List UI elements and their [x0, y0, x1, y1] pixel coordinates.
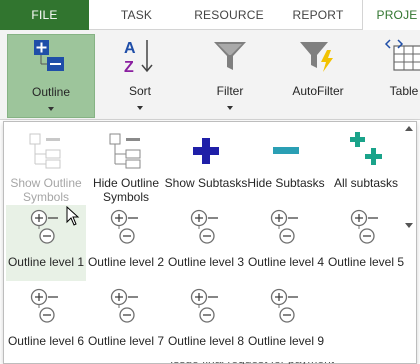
ribbon: Outline A Z Sort Filter AutoFilter Table	[0, 30, 420, 120]
minus-icon	[273, 147, 299, 154]
outline-level-7-label: Outline level 7	[87, 334, 165, 348]
all-subtasks-item[interactable]: All subtasks	[326, 128, 406, 206]
sort-az-icon: A Z	[124, 40, 153, 76]
hide-subtasks-label: Hide Subtasks	[247, 176, 325, 190]
outline-level-icon	[30, 209, 58, 244]
hide-outline-symbols-item[interactable]: Hide Outline Symbols	[86, 128, 166, 206]
outline-icon	[34, 40, 64, 71]
outline-level-1-label: Outline level 1	[7, 255, 85, 269]
table-label: Table	[389, 84, 419, 98]
outline-level-6-label: Outline level 6	[7, 334, 85, 348]
outline-level-8-item[interactable]: Outline level 8	[166, 284, 246, 360]
sort-label: Sort	[128, 84, 151, 98]
outline-level-9-label: Outline level 9	[247, 334, 325, 348]
outline-level-icon	[30, 288, 58, 323]
outline-level-6-item[interactable]: Outline level 6	[6, 284, 86, 360]
sort-button[interactable]: A Z Sort	[105, 34, 175, 118]
filter-button[interactable]: Filter	[185, 34, 275, 118]
scroll-down-arrow-icon[interactable]	[405, 223, 413, 228]
tab-resource[interactable]: RESOURCE	[184, 0, 274, 30]
svg-text:A: A	[124, 40, 136, 57]
outline-level-5-label: Outline level 5	[327, 255, 405, 269]
svg-text:Z: Z	[124, 59, 134, 76]
show-outline-symbols-item[interactable]: Show Outline Symbols	[6, 128, 86, 206]
outline-level-2-label: Outline level 2	[87, 255, 165, 269]
show-subtasks-item[interactable]: Show Subtasks	[165, 128, 247, 206]
outline-level-icon	[190, 288, 218, 323]
all-subtasks-plus-icon	[350, 132, 382, 165]
mouse-cursor-icon	[66, 206, 80, 226]
outline-level-9-item[interactable]: Outline level 9	[246, 284, 326, 360]
outline-level-2-item[interactable]: Outline level 2	[86, 205, 166, 281]
all-subtasks-label: All subtasks	[333, 176, 399, 190]
outline-dropdown-menu: Show Outline Symbols Hide Outline Symbol…	[3, 121, 417, 364]
tab-task[interactable]: TASK	[89, 0, 184, 30]
tab-project[interactable]: PROJE	[362, 0, 420, 31]
outline-level-4-item[interactable]: Outline level 4	[246, 205, 326, 281]
outline-level-3-item[interactable]: Outline level 3	[166, 205, 246, 281]
sort-dropdown-caret	[137, 106, 143, 110]
autofilter-label: AutoFilter	[292, 84, 344, 98]
autofilter-button[interactable]: AutoFilter	[282, 34, 354, 118]
outline-button[interactable]: Outline	[7, 34, 95, 118]
plus-icon	[193, 138, 219, 164]
filter-dropdown-caret	[227, 106, 233, 110]
outline-level-8-label: Outline level 8	[167, 334, 245, 348]
hide-outline-symbols-icon	[109, 133, 141, 169]
table-icon	[384, 39, 420, 71]
outline-level-icon	[110, 209, 138, 244]
scroll-up-arrow-icon[interactable]	[405, 126, 413, 131]
filter-funnel-icon	[214, 42, 246, 70]
show-outline-symbols-icon	[29, 133, 61, 169]
autofilter-icon	[300, 42, 333, 72]
filter-label: Filter	[216, 84, 244, 98]
show-subtasks-label: Show Subtasks	[164, 176, 248, 190]
outline-level-icon	[190, 209, 218, 244]
outline-level-4-label: Outline level 4	[247, 255, 325, 269]
outline-level-7-item[interactable]: Outline level 7	[86, 284, 166, 360]
tab-report[interactable]: REPORT	[274, 0, 362, 30]
hide-subtasks-item[interactable]: Hide Subtasks	[246, 128, 326, 206]
outline-level-5-item[interactable]: Outline level 5	[326, 205, 406, 281]
ribbon-tab-strip: FILE TASK RESOURCE REPORT PROJE	[0, 0, 420, 31]
outline-level-3-label: Outline level 3	[167, 255, 245, 269]
tab-file[interactable]: FILE	[0, 0, 89, 30]
outline-level-icon	[270, 288, 298, 323]
outline-dropdown-caret	[48, 107, 54, 111]
outline-level-icon	[270, 209, 298, 244]
outline-level-icon	[350, 209, 378, 244]
show-outline-symbols-label: Show Outline Symbols	[10, 176, 82, 204]
hide-outline-symbols-label: Hide Outline Symbols	[92, 176, 160, 204]
table-button[interactable]: Table	[374, 34, 420, 118]
outline-level-icon	[110, 288, 138, 323]
outline-label: Outline	[31, 85, 71, 99]
